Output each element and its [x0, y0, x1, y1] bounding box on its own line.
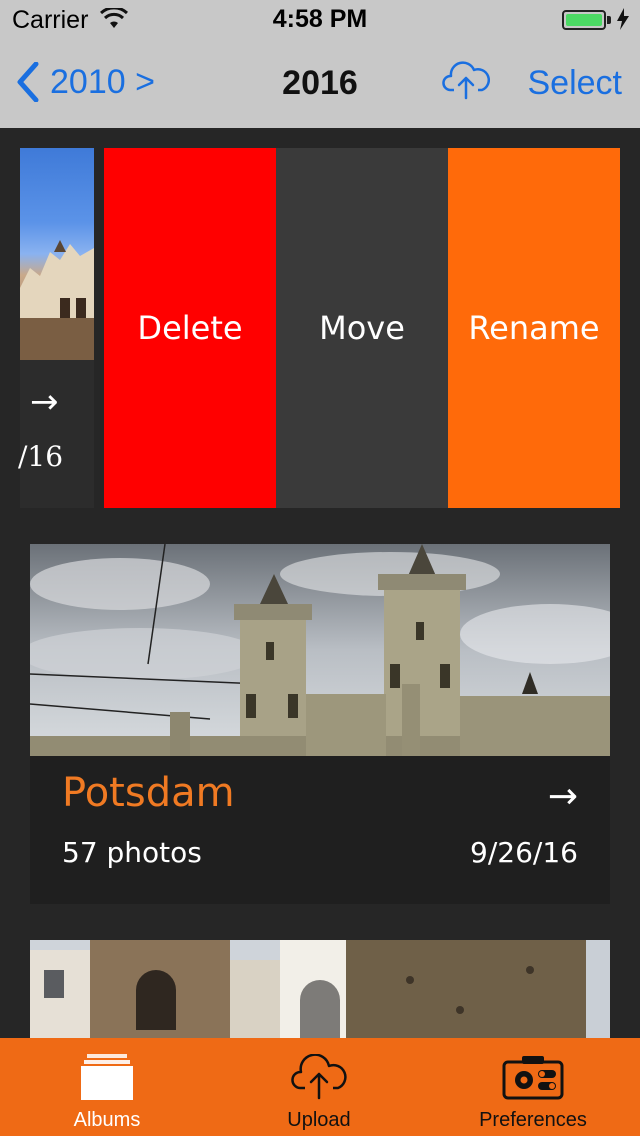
tab-albums[interactable]: Albums	[40, 1038, 174, 1136]
delete-button[interactable]: Delete	[104, 148, 276, 508]
tab-bar: Albums Upload Preferences	[0, 1038, 640, 1136]
building-photo	[20, 240, 94, 360]
album-date-partial: /16	[18, 440, 64, 473]
tab-albums-label: Albums	[73, 1109, 141, 1131]
tab-upload-label: Upload	[287, 1109, 351, 1131]
cloud-upload-icon[interactable]	[442, 58, 490, 102]
navigation-bar: 2010 > 2016 Select	[0, 40, 640, 128]
album-card[interactable]: Potsdam → 57 photos 9/26/16	[30, 544, 610, 904]
album-date: 9/26/16	[470, 836, 578, 869]
cloud-upload-icon	[291, 1054, 347, 1100]
select-button[interactable]: Select	[528, 64, 623, 103]
album-caption: Potsdam → 57 photos 9/26/16	[30, 756, 610, 904]
arrow-right-icon: →	[30, 382, 59, 422]
arrow-right-icon: →	[547, 776, 578, 817]
status-time: 4:58 PM	[272, 5, 368, 33]
album-card-next[interactable]	[30, 940, 610, 1038]
status-bar: Carrier 4:58 PM	[0, 0, 640, 40]
album-title: Potsdam	[62, 770, 235, 816]
album-cover-photo-next	[30, 940, 610, 1038]
tab-preferences[interactable]: Preferences	[460, 1038, 606, 1136]
battery-icon	[562, 10, 606, 30]
albums-icon	[81, 1054, 133, 1100]
album-cover-photo	[30, 544, 610, 756]
move-button[interactable]: Move	[276, 148, 448, 508]
back-button[interactable]: 2010 >	[16, 62, 155, 102]
rename-button[interactable]: Rename	[448, 148, 620, 508]
album-photo-partial[interactable]	[20, 148, 94, 360]
back-button-label: 2010 >	[50, 62, 155, 101]
album-list[interactable]: → /16 Delete Move Rename Potsdam → 57 ph…	[0, 128, 640, 1038]
preferences-icon	[502, 1056, 564, 1100]
charging-bolt-icon	[617, 8, 629, 30]
chevron-left-icon	[17, 62, 39, 102]
tab-upload[interactable]: Upload	[252, 1038, 386, 1136]
battery-tip	[607, 16, 611, 24]
album-photo-count: 57 photos	[62, 836, 202, 869]
tab-preferences-label: Preferences	[479, 1109, 587, 1131]
